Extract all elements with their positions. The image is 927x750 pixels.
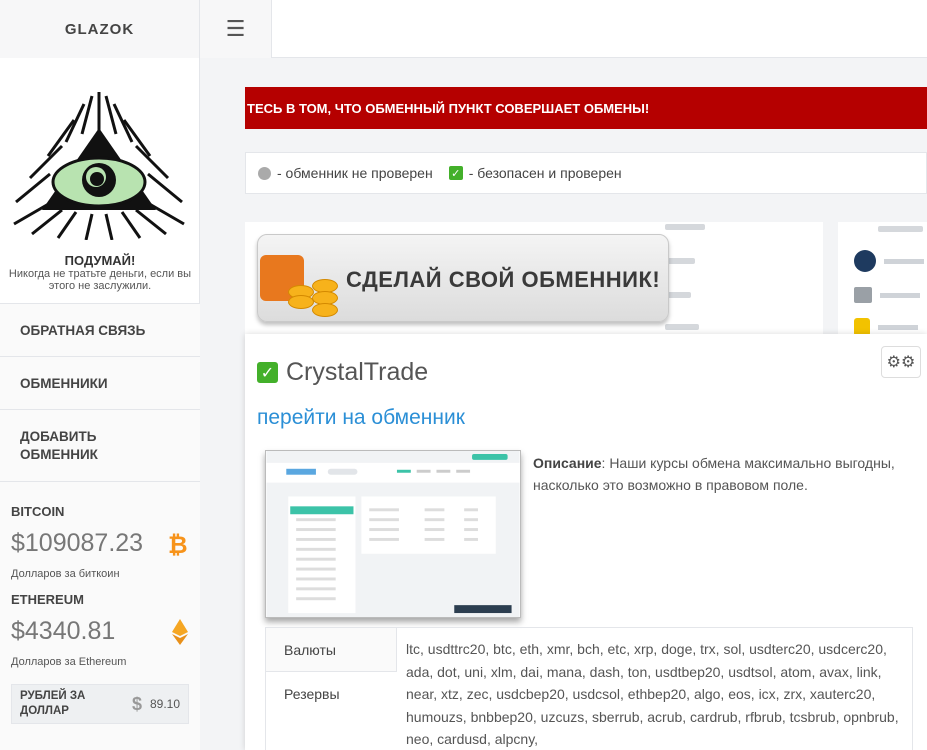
tab-currencies[interactable]: Валюты [266,628,397,672]
rub-usd-value: 89.10 [149,697,180,711]
exchanger-screenshot[interactable] [265,450,521,618]
dollar-icon: $ [131,693,142,714]
ethereum-title: ETHEREUM [11,592,84,607]
verified-check-icon: ✓ [448,166,463,180]
goto-exchanger-link[interactable]: перейти на обменник [257,406,465,430]
bitcoin-caption: Долларов за биткоин [11,568,120,580]
coin-icon [288,295,314,309]
think-subtitle: Никогда не тратьте деньги, если вы этого… [8,268,192,292]
rub-usd-rate: РУБЛЕЙ ЗА ДОЛЛАР $ 89.10 [11,684,189,724]
legend-bar: - обменник не проверен ✓ - безопасен и п… [245,152,927,194]
ethereum-icon [172,618,188,645]
brand-logo[interactable]: GLAZOK [0,0,200,58]
exchanger-title: ✓ CrystalTrade [257,358,428,387]
exchanger-card: ✓ CrystalTrade ⚙⚙ перейти на обменник Оп… [245,334,927,750]
crypto-rates: BITCOIN $109087.23 ₿ Долларов за биткоин… [0,481,200,750]
settings-gear-icon[interactable]: ⚙⚙ [881,346,921,378]
coin-icon [312,303,338,317]
nav-feedback[interactable]: ОБРАТНАЯ СВЯЗЬ [0,303,200,356]
exchanger-description: Описание: Наши курсы обмена максимально … [533,452,913,496]
promo-text: СДЕЛАЙ СВОЙ ОБМЕННИК! [346,267,661,292]
legend-unverified: - обменник не проверен [277,165,433,181]
think-title: ПОДУМАЙ! [64,253,136,268]
legend-verified: - безопасен и проверен [468,165,622,181]
exchanger-tabs: Валюты Резервы ltc, usdttrc20, btc, eth,… [265,627,913,750]
nav-exchangers[interactable]: ОБМЕННИКИ [0,356,200,409]
warning-marquee: ТЕСЬ В ТОМ, ЧТО ОБМЕННЫЙ ПУНКТ СОВЕРШАЕТ… [245,87,927,129]
eye-icon [854,250,876,272]
hamburger-icon[interactable]: ☰ [200,0,272,58]
mini-list-item[interactable] [854,284,927,306]
bitcoin-price: $109087.23 [11,529,144,557]
mini-list-item[interactable] [854,250,927,272]
tab-reserves[interactable]: Резервы [266,672,397,716]
promo-banner[interactable]: СДЕЛАЙ СВОЙ ОБМЕННИК! [257,234,669,322]
description-label: Описание [533,455,602,471]
unverified-dot-icon [258,166,271,180]
nav-add-exchanger-label: ДОБАВИТЬ ОБМЕННИК [20,428,98,462]
promo-banner-card[interactable]: СДЕЛАЙ СВОЙ ОБМЕННИК! [245,222,823,334]
eye-triangle-logo [13,92,185,240]
sidebar: ПОДУМАЙ! Никогда не тратьте деньги, если… [0,58,200,750]
ethereum-caption: Долларов за Ethereum [11,656,127,668]
top-bar: GLAZOK ☰ [0,0,927,58]
nav-add-exchanger[interactable]: ДОБАВИТЬ ОБМЕННИК [0,409,200,481]
bitcoin-icon: ₿ [168,531,188,557]
faded-list [665,222,823,334]
exchanger-mini-list [838,222,927,334]
svg-text:₿: ₿ [168,531,188,557]
rub-usd-label: РУБЛЕЙ ЗА ДОЛЛАР [20,690,86,717]
currency-list: ltc, usdttrc20, btc, eth, xmr, bch, etc,… [406,641,899,748]
exchanger-name: CrystalTrade [286,358,429,386]
bank-icon [854,287,872,303]
coin-stack-icon [854,318,870,334]
sidebar-nav: ОБРАТНАЯ СВЯЗЬ ОБМЕННИКИ ДОБАВИТЬ ОБМЕНН… [0,303,200,481]
mini-list-item[interactable] [854,316,927,334]
bitcoin-title: BITCOIN [11,504,65,519]
ethereum-price: $4340.81 [11,617,116,645]
verified-check-icon: ✓ [257,362,278,383]
